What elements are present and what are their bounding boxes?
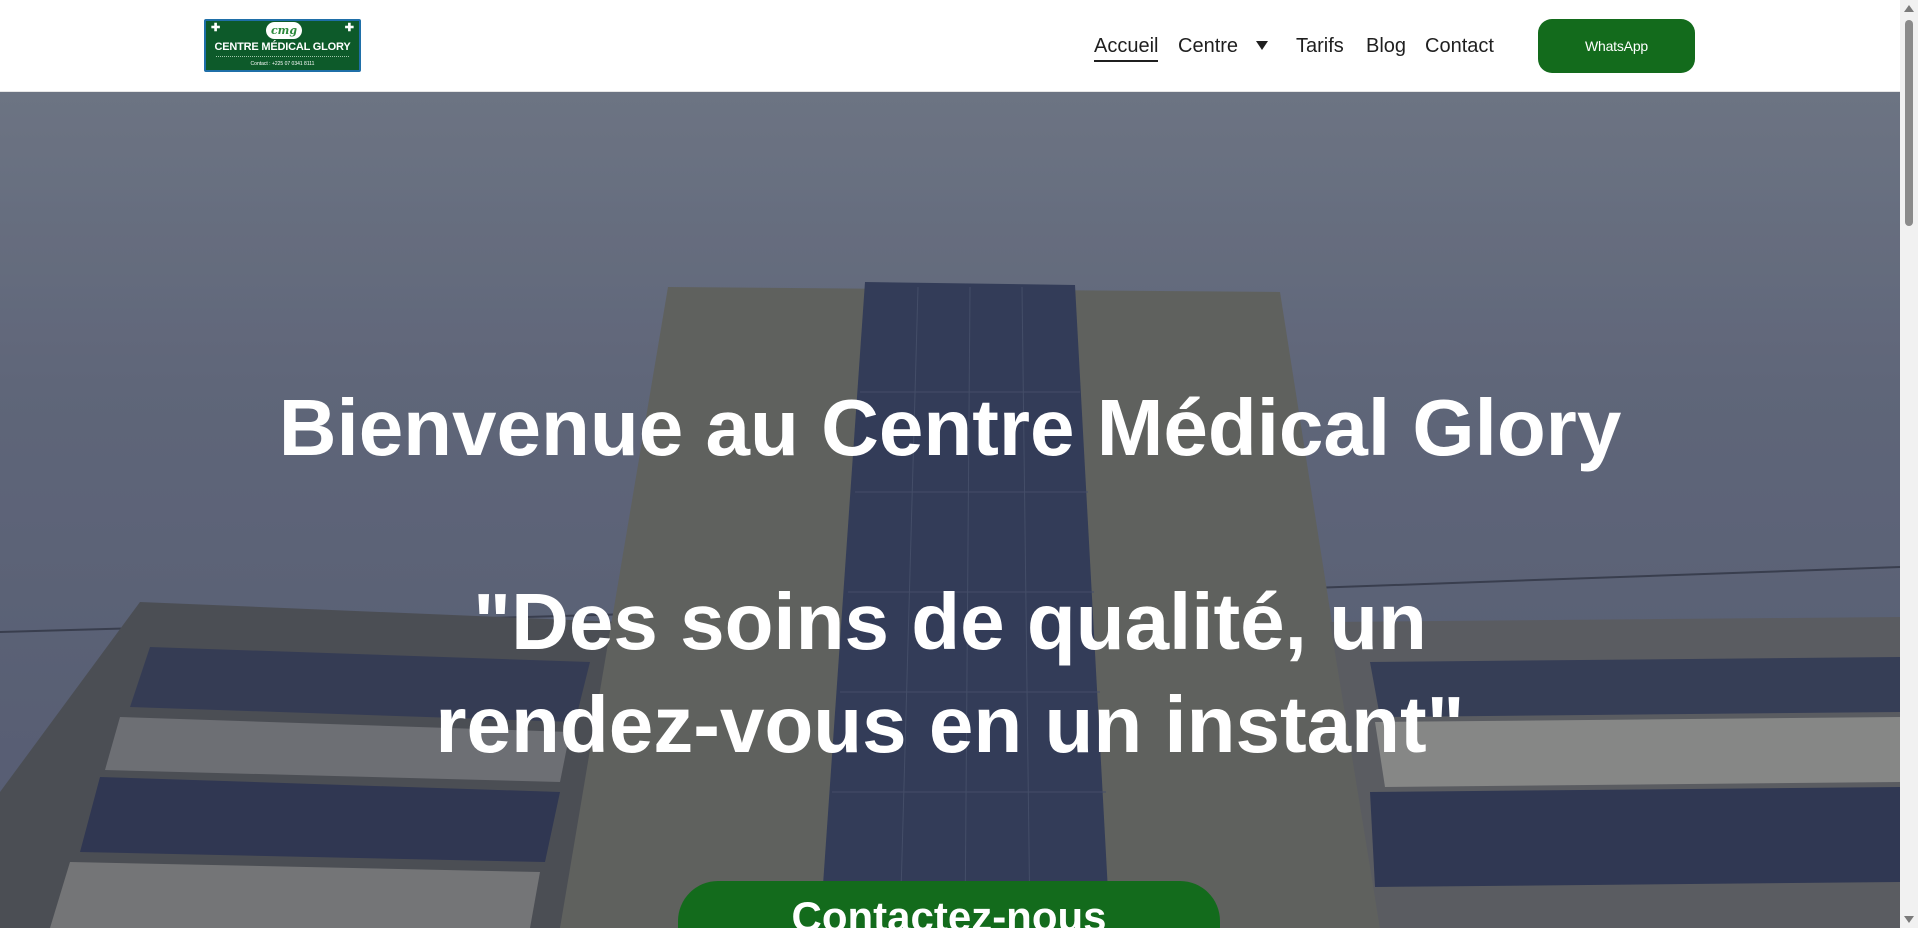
nav-item-tarifs[interactable]: Tarifs (1296, 32, 1344, 60)
whatsapp-button[interactable]: WhatsApp (1538, 19, 1695, 73)
medical-cross-icon: ✚ (211, 22, 221, 34)
nav-item-contact[interactable]: Contact (1425, 32, 1494, 60)
medical-cross-icon: ✚ (344, 22, 354, 34)
hero-section: Bienvenue au Centre Médical Glory "Des s… (0, 92, 1900, 928)
nav-item-blog[interactable]: Blog (1366, 32, 1406, 60)
caret-down-icon[interactable] (1256, 41, 1268, 50)
logo-emblem-text: cmg (270, 24, 298, 37)
site-header: ✚ ✚ cmg CENTRE MÉDICAL GLORY Contact : +… (0, 0, 1900, 92)
logo-name: CENTRE MÉDICAL GLORY (214, 41, 351, 53)
scroll-down-icon[interactable] (1904, 916, 1914, 923)
hero-overlay (0, 92, 1900, 928)
scrollbar-thumb[interactable] (1905, 20, 1913, 226)
page-scrollbar[interactable] (1900, 0, 1918, 928)
hero-title: Bienvenue au Centre Médical Glory (278, 383, 1622, 472)
site-logo[interactable]: ✚ ✚ cmg CENTRE MÉDICAL GLORY Contact : +… (204, 19, 361, 72)
logo-emblem: cmg (266, 22, 302, 39)
contact-cta-button[interactable]: Contactez-nous (678, 881, 1220, 928)
hero-quote: "Des soins de qualité, un rendez-vous en… (435, 577, 1465, 769)
nav-item-centre[interactable]: Centre (1178, 32, 1238, 60)
logo-tagline-line (216, 56, 349, 59)
logo-contact: Contact : +225 07 0341 8111 (250, 61, 315, 67)
nav-item-accueil[interactable]: Accueil (1094, 32, 1159, 62)
scroll-up-icon[interactable] (1904, 5, 1914, 12)
